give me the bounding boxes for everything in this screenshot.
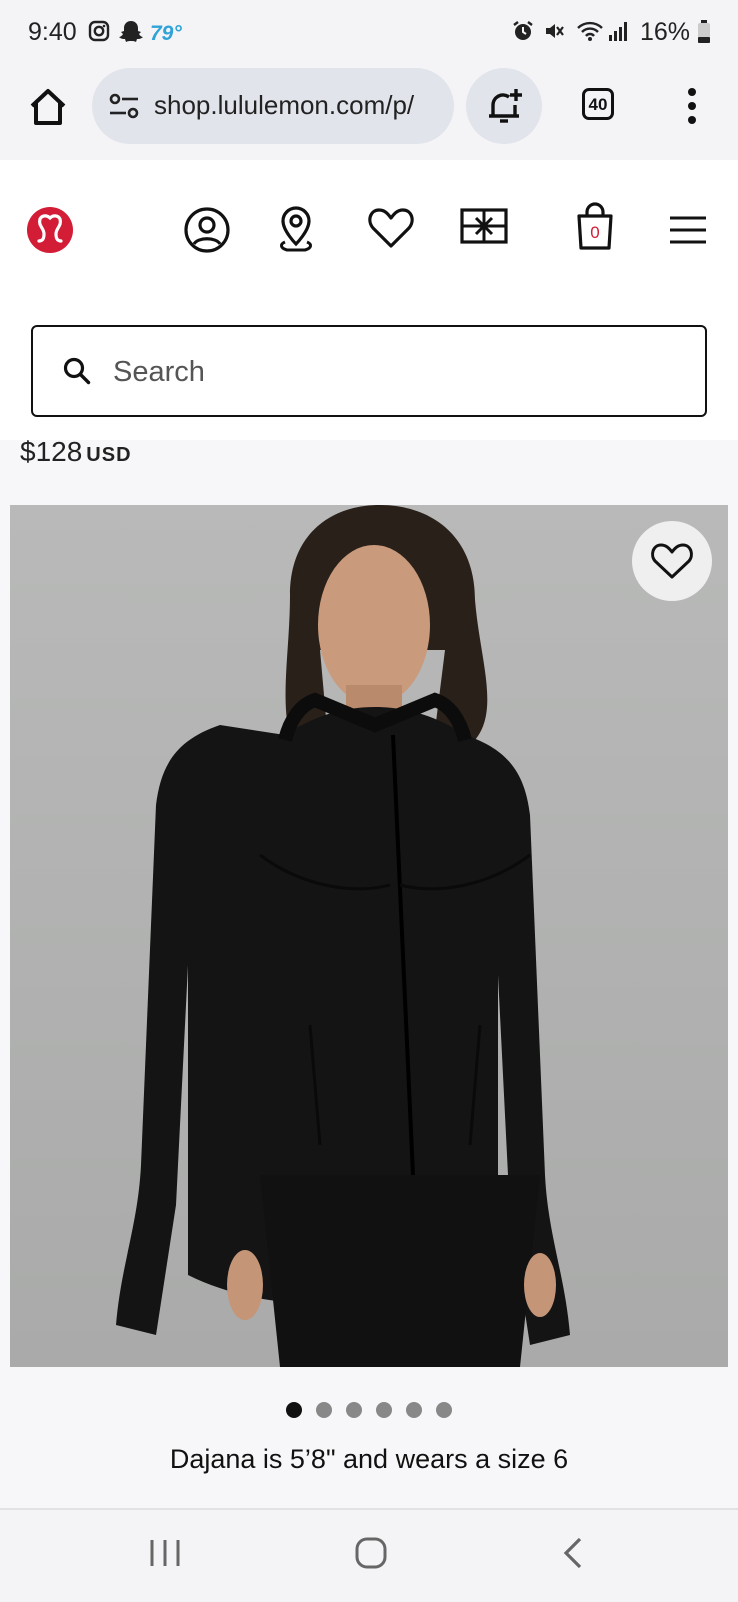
pagination-dot[interactable] bbox=[376, 1402, 392, 1418]
pagination-dot[interactable] bbox=[346, 1402, 362, 1418]
search-box[interactable] bbox=[31, 325, 707, 417]
battery-percent: 16% bbox=[640, 18, 691, 46]
system-nav-bar bbox=[0, 1508, 738, 1602]
browser-toolbar: shop.lululemon.com/p/ 40 bbox=[0, 66, 738, 162]
pagination-dot[interactable] bbox=[436, 1402, 452, 1418]
model-photo bbox=[116, 505, 570, 1367]
product-content: $128 USD Dajana is 5’8" and wears a size… bbox=[0, 436, 738, 1508]
store-locator-icon[interactable] bbox=[276, 206, 316, 259]
hamburger-menu-icon[interactable] bbox=[668, 214, 708, 251]
status-bar: 9:40 79° 16% bbox=[0, 0, 738, 66]
wishlist-icon[interactable] bbox=[367, 206, 415, 255]
back-icon[interactable] bbox=[560, 1536, 588, 1575]
image-pagination bbox=[0, 1402, 738, 1423]
bag-count: 0 bbox=[590, 223, 600, 242]
add-alert-icon bbox=[489, 89, 522, 123]
lululemon-logo[interactable] bbox=[26, 206, 74, 254]
account-icon[interactable] bbox=[183, 206, 231, 259]
model-size-caption: Dajana is 5’8" and wears a size 6 bbox=[169, 1444, 569, 1474]
price-amount: $128 bbox=[20, 436, 83, 467]
instagram-icon bbox=[88, 20, 110, 47]
bag-icon[interactable]: 0 bbox=[575, 202, 615, 257]
add-to-wishlist-button[interactable] bbox=[632, 521, 712, 601]
home-icon bbox=[30, 89, 66, 125]
pagination-dot[interactable] bbox=[406, 1402, 422, 1418]
tabs-button[interactable]: 40 bbox=[582, 88, 614, 120]
overflow-menu-icon bbox=[688, 88, 696, 124]
heart-icon bbox=[651, 543, 693, 579]
recent-apps-icon[interactable] bbox=[148, 1536, 182, 1575]
wifi-icon bbox=[576, 20, 604, 47]
alarm-icon bbox=[512, 20, 534, 47]
home-nav-icon[interactable] bbox=[354, 1536, 388, 1575]
status-time: 9:40 bbox=[28, 18, 77, 46]
snapchat-icon bbox=[118, 20, 144, 49]
address-bar[interactable]: shop.lululemon.com/p/ bbox=[92, 68, 454, 144]
price-currency: USD bbox=[86, 444, 132, 466]
url-text: shop.lululemon.com/p/ bbox=[154, 90, 415, 120]
pagination-dot[interactable] bbox=[316, 1402, 332, 1418]
battery-icon bbox=[697, 20, 711, 49]
home-button[interactable] bbox=[24, 84, 72, 132]
gift-card-icon[interactable] bbox=[460, 206, 508, 251]
mute-icon bbox=[543, 20, 565, 47]
search-icon bbox=[63, 357, 91, 390]
add-alert-button[interactable] bbox=[466, 68, 542, 144]
weather-temperature: 79° bbox=[150, 22, 182, 45]
overflow-menu-button[interactable] bbox=[680, 86, 704, 126]
search-input[interactable] bbox=[111, 347, 675, 397]
product-price: $128 USD bbox=[20, 436, 132, 468]
pagination-dot[interactable] bbox=[286, 1402, 302, 1418]
product-image[interactable] bbox=[10, 505, 728, 1367]
site-header: 0 bbox=[0, 160, 738, 440]
site-settings-icon[interactable] bbox=[108, 92, 140, 125]
signal-icon bbox=[608, 20, 630, 47]
tab-count: 40 bbox=[588, 95, 608, 114]
